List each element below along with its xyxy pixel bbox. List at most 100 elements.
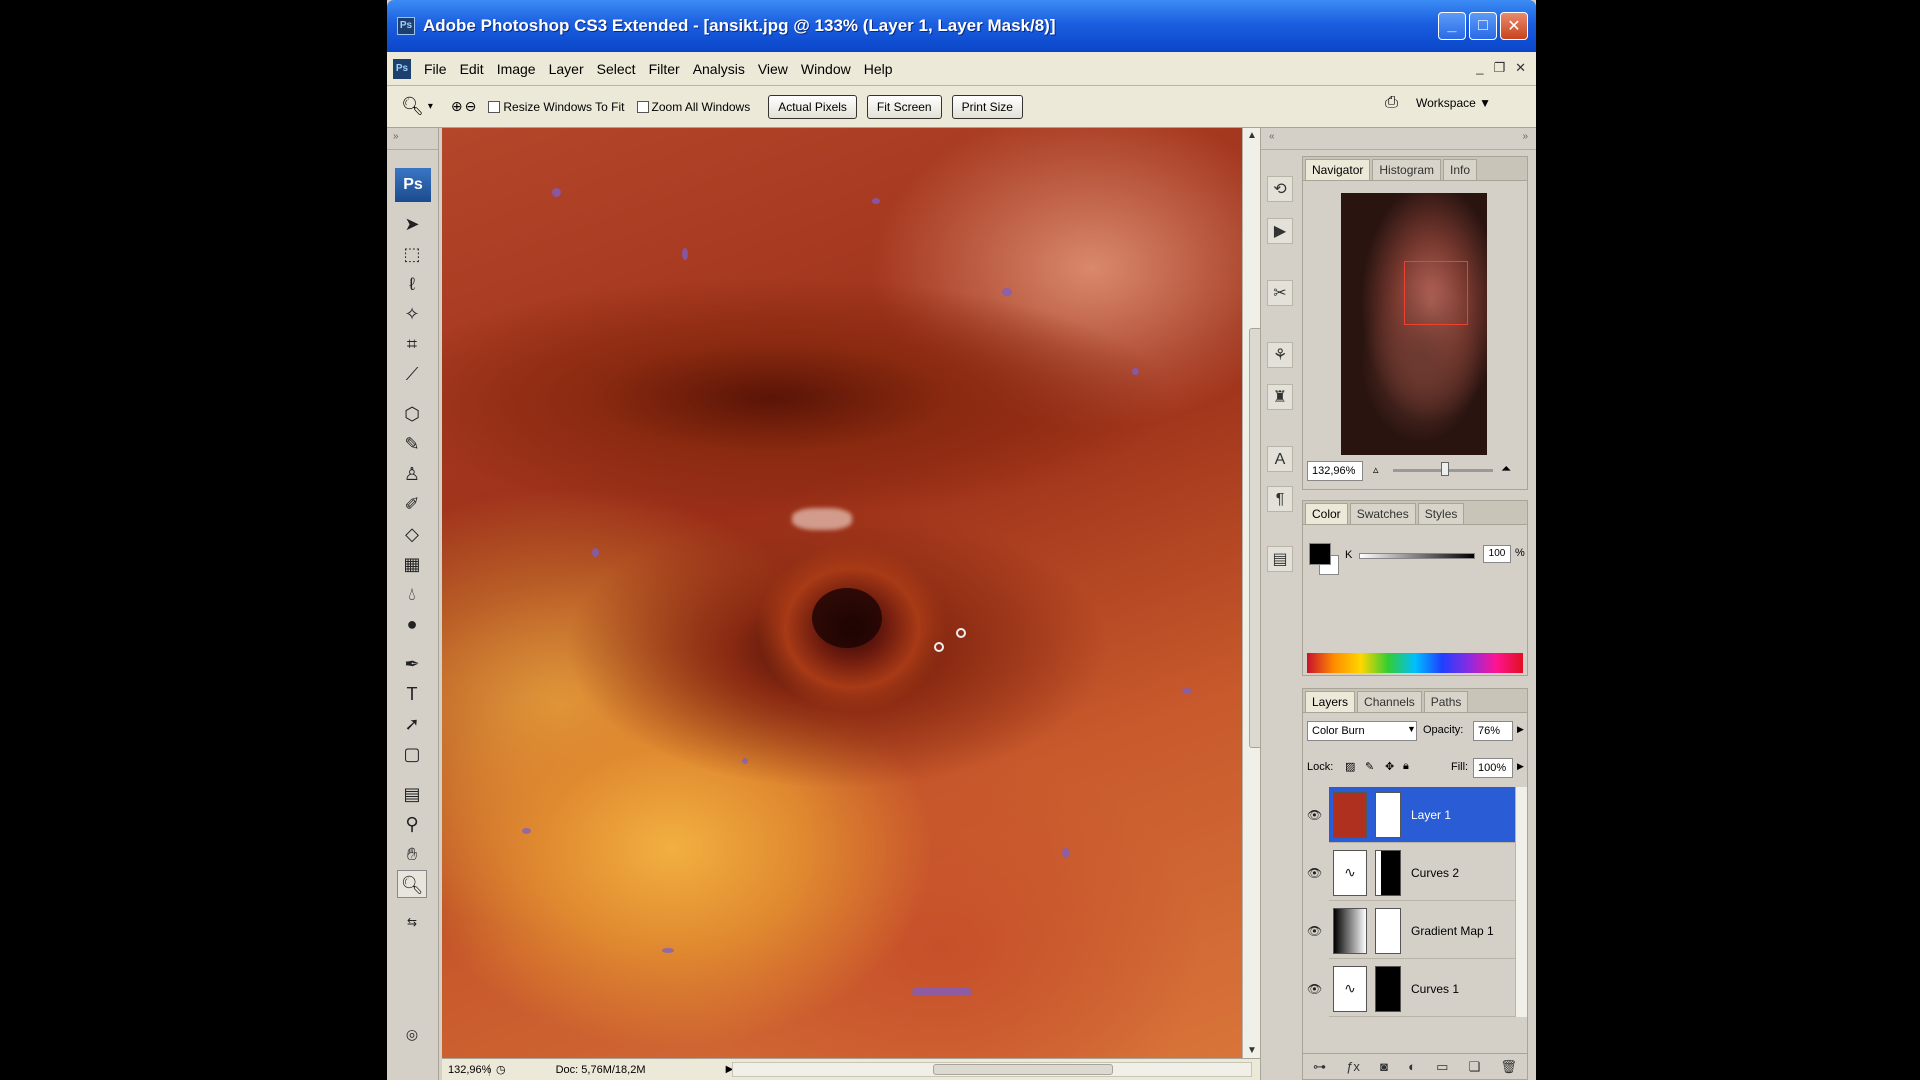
history-brush-tool-icon[interactable]: ✐ [397, 490, 427, 518]
resize-windows-checkbox[interactable]: Resize Windows To Fit [488, 100, 625, 114]
clone-source-icon[interactable]: ♜ [1267, 384, 1293, 410]
zoom-tool-icon[interactable]: 🔍︎ [397, 870, 427, 898]
tool-preset-chevron-icon[interactable]: ▾ [428, 101, 433, 112]
path-select-tool-icon[interactable]: ➚ [397, 710, 427, 738]
visibility-eye-icon[interactable]: 👁︎ [1307, 866, 1322, 880]
canvas-horizontal-scrollbar[interactable] [732, 1062, 1252, 1077]
blend-mode-chevron-icon[interactable]: ▼ [1407, 724, 1416, 734]
doc-close-button[interactable]: ✕ [1515, 60, 1526, 76]
navigator-zoom-field[interactable]: 132,96% [1307, 461, 1363, 481]
layer-comps-icon[interactable]: ▤ [1267, 546, 1293, 572]
color-spectrum-bar[interactable] [1307, 653, 1523, 673]
k-channel-slider[interactable] [1359, 553, 1475, 559]
tab-swatches[interactable]: Swatches [1349, 503, 1416, 524]
menu-help[interactable]: Help [864, 61, 893, 77]
layers-scrollbar[interactable] [1515, 787, 1527, 1017]
tools-collapse-icon[interactable]: » [387, 128, 438, 150]
layer-thumbnail[interactable] [1333, 791, 1367, 838]
lasso-tool-icon[interactable]: ℓ [397, 270, 427, 298]
link-layers-icon[interactable]: ⊶ [1313, 1059, 1326, 1075]
scroll-down-icon[interactable]: ▼ [1247, 1045, 1257, 1056]
lock-position-icon[interactable]: ✥ [1385, 760, 1394, 773]
quick-mask-icon[interactable]: ◎ [397, 1020, 427, 1048]
dock-collapse-icon[interactable]: « [1261, 128, 1298, 150]
fill-field[interactable]: 100% [1473, 758, 1513, 778]
layer-mask-thumbnail[interactable] [1375, 965, 1401, 1012]
type-tool-icon[interactable]: T [397, 680, 427, 708]
pen-tool-icon[interactable]: ✒ [397, 650, 427, 678]
curves-adjustment-icon[interactable]: ∿ [1333, 965, 1367, 1012]
brushes-panel-icon[interactable]: ⚘ [1267, 342, 1293, 368]
shape-tool-icon[interactable]: ▢ [397, 740, 427, 768]
actions-panel-icon[interactable]: ▶ [1267, 218, 1293, 244]
opacity-field[interactable]: 76% [1473, 721, 1513, 741]
layer-name[interactable]: Layer 1 [1411, 808, 1451, 822]
status-zoom-field[interactable]: 132,96% [444, 1063, 491, 1076]
layer-row-curves-1[interactable]: 👁︎ ∿ Curves 1 [1307, 961, 1525, 1017]
menu-filter[interactable]: Filter [649, 61, 680, 77]
tab-styles[interactable]: Styles [1417, 503, 1465, 524]
zoom-in-icon[interactable]: ⊕ [451, 98, 463, 115]
menu-edit[interactable]: Edit [460, 61, 484, 77]
canvas-vertical-scrollbar[interactable]: ▲ ▼ [1242, 128, 1262, 1058]
tab-channels[interactable]: Channels [1357, 691, 1422, 712]
gradient-map-adjustment-icon[interactable] [1333, 907, 1367, 954]
layer-name[interactable]: Curves 1 [1411, 982, 1459, 996]
swap-colors-icon[interactable]: ⇆ [397, 908, 427, 936]
zoom-in-small-icon[interactable]: ⏶ [1501, 461, 1511, 477]
layer-name[interactable]: Curves 2 [1411, 866, 1459, 880]
zoom-all-windows-checkbox[interactable]: Zoom All Windows [636, 100, 750, 114]
doc-restore-button[interactable]: ❐ [1493, 60, 1505, 76]
lock-image-icon[interactable]: ✎ [1365, 760, 1374, 773]
tab-color[interactable]: Color [1305, 503, 1348, 524]
actual-pixels-button[interactable]: Actual Pixels [768, 94, 857, 119]
gradient-tool-icon[interactable]: ▦ [397, 550, 427, 578]
layer-name[interactable]: Gradient Map 1 [1411, 924, 1494, 938]
layer-mask-thumbnail[interactable] [1375, 907, 1401, 954]
k-channel-value[interactable]: 100 [1483, 545, 1511, 563]
opacity-arrow-icon[interactable]: ▶ [1517, 724, 1524, 735]
marquee-tool-icon[interactable]: ⬚ [397, 240, 427, 268]
eyedropper-tool-icon[interactable]: ⚲ [397, 810, 427, 838]
layer-mask-thumbnail[interactable] [1375, 849, 1401, 896]
maximize-button[interactable]: □ [1469, 12, 1497, 40]
healing-tool-icon[interactable]: ⬡ [397, 400, 427, 428]
navigator-thumbnail[interactable] [1341, 193, 1487, 455]
bridge-icon[interactable]: ⎙ [1385, 94, 1398, 112]
zoom-tool-icon[interactable]: 🔍︎ [401, 96, 424, 117]
menu-select[interactable]: Select [597, 61, 636, 77]
workspace-menu[interactable]: Workspace ▼ [1416, 96, 1491, 110]
zoom-out-icon[interactable]: ⊖ [465, 98, 477, 115]
blend-mode-select[interactable]: Color Burn [1307, 721, 1417, 741]
character-panel-icon[interactable]: A [1267, 446, 1293, 472]
blur-tool-icon[interactable]: 💧︎ [397, 580, 427, 608]
color-fg-swatch[interactable] [1309, 543, 1331, 565]
history-panel-icon[interactable]: ⟲ [1267, 176, 1293, 202]
scroll-up-icon[interactable]: ▲ [1247, 130, 1257, 141]
close-button[interactable]: ✕ [1500, 12, 1528, 40]
navigator-slider-thumb[interactable] [1441, 462, 1449, 476]
lock-all-icon[interactable]: 🔒︎ [1403, 760, 1409, 773]
tab-navigator[interactable]: Navigator [1305, 159, 1371, 180]
clone-stamp-tool-icon[interactable]: ♙ [397, 460, 427, 488]
menu-file[interactable]: File [424, 61, 447, 77]
paragraph-panel-icon[interactable]: ¶ [1267, 486, 1293, 512]
tab-histogram[interactable]: Histogram [1372, 159, 1442, 180]
visibility-eye-icon[interactable]: 👁︎ [1307, 808, 1322, 822]
navigator-view-box[interactable] [1404, 261, 1468, 325]
status-info-icon[interactable]: ◷ [496, 1063, 506, 1076]
curves-adjustment-icon[interactable]: ∿ [1333, 849, 1367, 896]
eraser-tool-icon[interactable]: ◇ [397, 520, 427, 548]
layer-row-gradient-map-1[interactable]: 👁︎ Gradient Map 1 [1307, 903, 1525, 959]
new-layer-icon[interactable]: ❏ [1469, 1059, 1481, 1075]
fit-screen-button[interactable]: Fit Screen [866, 94, 942, 119]
zoom-out-small-icon[interactable]: ▵ [1373, 463, 1379, 476]
new-adjustment-layer-icon[interactable]: ◐ [1408, 1059, 1416, 1074]
delete-layer-icon[interactable]: 🗑︎ [1500, 1059, 1517, 1075]
print-size-button[interactable]: Print Size [951, 94, 1023, 119]
new-group-icon[interactable]: ▭ [1436, 1059, 1448, 1075]
menu-window[interactable]: Window [801, 61, 851, 77]
tool-presets-icon[interactable]: ✂ [1267, 280, 1293, 306]
visibility-eye-icon[interactable]: 👁︎ [1307, 924, 1322, 938]
brush-tool-icon[interactable]: ✎ [397, 430, 427, 458]
